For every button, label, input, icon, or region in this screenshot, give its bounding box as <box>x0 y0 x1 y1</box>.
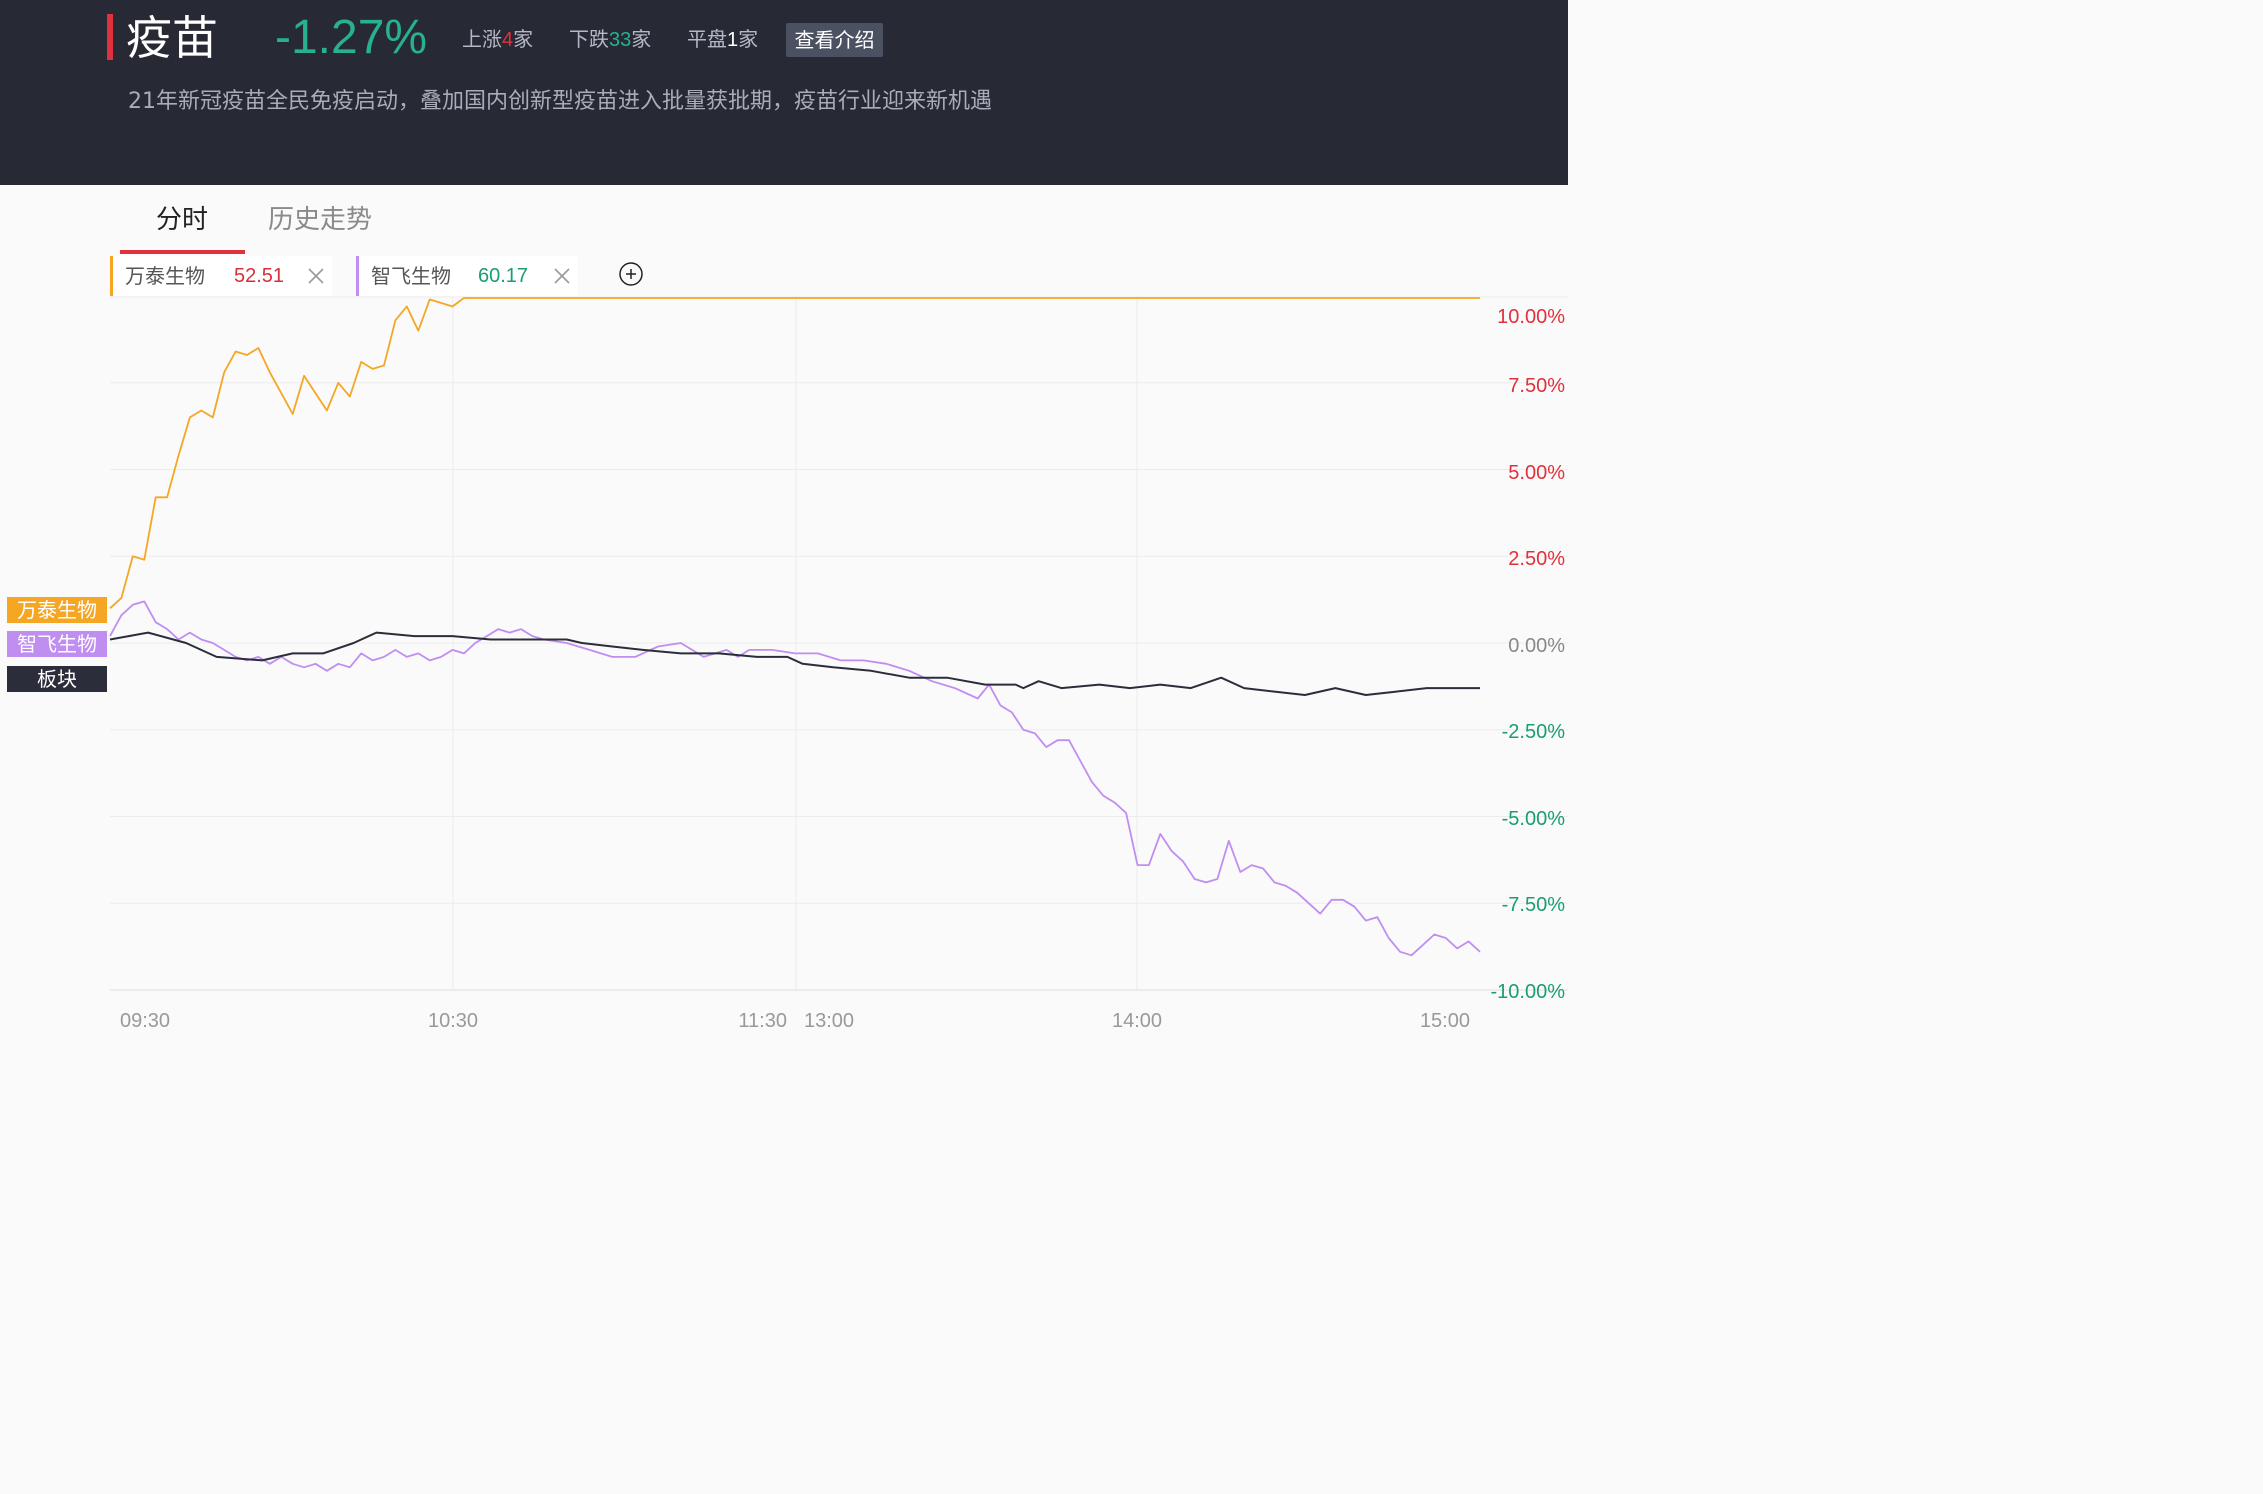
y-tick-label: -7.50% <box>1502 894 1566 916</box>
close-icon[interactable] <box>552 266 572 286</box>
x-tick-label: 10:30 <box>428 1010 478 1032</box>
y-tick-label: 0.00% <box>1508 635 1565 657</box>
intraday-chart: 10.00% 7.50% 5.00% 2.50% 0.00% -2.50% -5.00% -7… <box>109 296 1568 1032</box>
y-tick-label: 10.00% <box>1497 306 1565 328</box>
stock-tag-zhifei[interactable]: 智飞生物 60.17 <box>356 256 578 296</box>
stock-tag-name: 万泰生物 <box>125 264 205 288</box>
x-tick-label: 13:00 <box>804 1010 854 1032</box>
x-tick-label: 11:30 <box>738 1010 787 1032</box>
x-tick-label: 09:30 <box>120 1010 170 1032</box>
stock-tag-price: 52.51 <box>234 265 285 287</box>
add-stock-icon[interactable] <box>619 262 643 286</box>
series-line-智飞生物 <box>109 600 1481 957</box>
y-tick-label: -2.50% <box>1502 721 1566 743</box>
x-tick-label: 15:00 <box>1420 1010 1470 1032</box>
y-tick-label: 2.50% <box>1508 548 1565 570</box>
y-tick-label: 7.50% <box>1508 375 1565 397</box>
series-line-万泰生物 <box>109 297 1480 609</box>
y-tick-label: -10.00% <box>1491 981 1566 1003</box>
legend-zhifei: 智飞生物 <box>7 631 107 657</box>
stock-tag-wantai[interactable]: 万泰生物 52.51 <box>110 256 332 296</box>
x-tick-label: 14:00 <box>1112 1010 1162 1032</box>
legend-wantai: 万泰生物 <box>7 597 107 623</box>
close-icon[interactable] <box>306 266 326 286</box>
y-tick-label: -5.00% <box>1502 808 1566 830</box>
stock-tag-name: 智飞生物 <box>371 264 451 288</box>
y-tick-label: 5.00% <box>1508 462 1565 484</box>
legend-sector: 板块 <box>7 666 107 692</box>
stock-tag-price: 60.17 <box>478 265 529 287</box>
